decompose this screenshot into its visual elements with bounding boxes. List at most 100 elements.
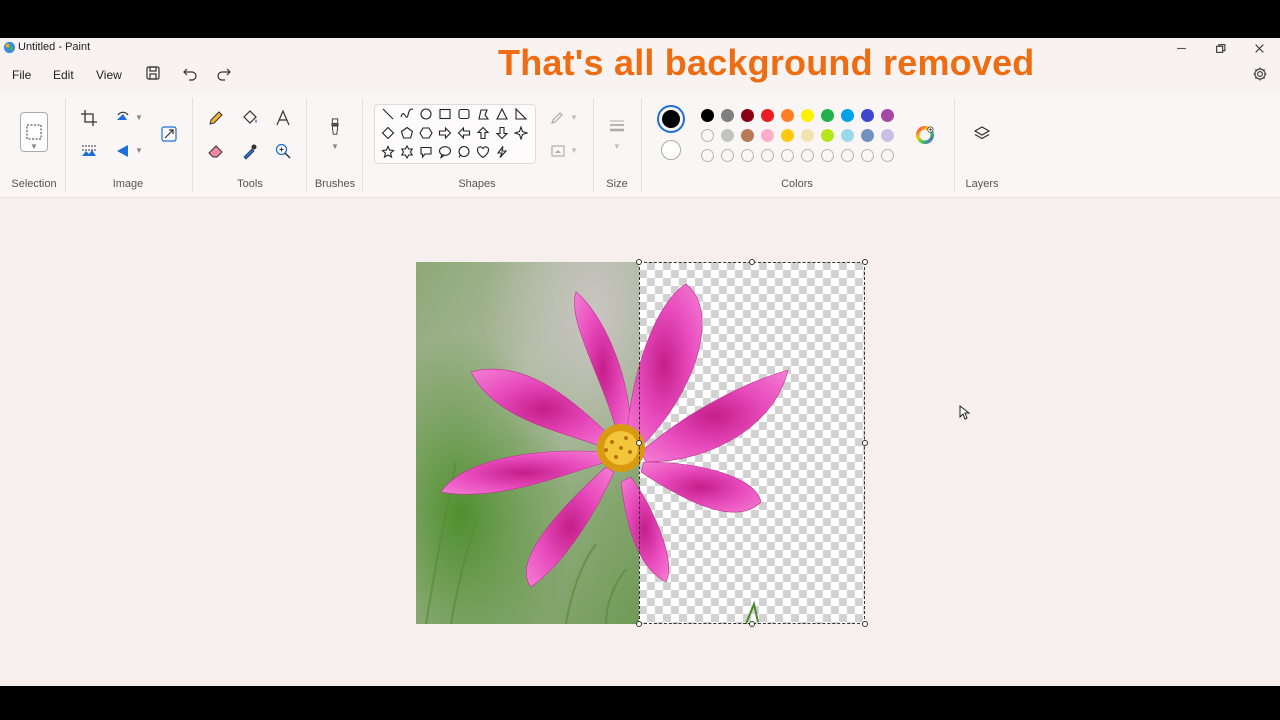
settings-gear-icon[interactable]: [1252, 66, 1268, 82]
palette-color-swatch[interactable]: [701, 109, 714, 122]
shape-diamond-button[interactable]: [381, 126, 397, 142]
shape-curve-button[interactable]: [400, 107, 416, 123]
oval-icon: [420, 108, 432, 120]
palette-color-swatch[interactable]: [841, 109, 854, 122]
shape-line-button[interactable]: [381, 107, 397, 123]
shape-fill-button[interactable]: [547, 140, 569, 162]
custom-color-slot[interactable]: [821, 149, 834, 162]
restore-button[interactable]: [1200, 38, 1240, 58]
close-button[interactable]: [1239, 38, 1279, 58]
fill-dropdown-icon[interactable]: ▼: [570, 146, 578, 155]
palette-color-swatch[interactable]: [721, 129, 734, 142]
shape-triangle-button[interactable]: [495, 107, 511, 123]
left-arrow-icon: [457, 126, 471, 140]
crop-button[interactable]: [78, 107, 100, 129]
palette-color-swatch[interactable]: [781, 129, 794, 142]
shape-five-point-star-button[interactable]: [381, 145, 397, 161]
color-picker-button[interactable]: [239, 140, 261, 162]
palette-color-swatch[interactable]: [761, 109, 774, 122]
rotate-dropdown-icon[interactable]: ▼: [135, 113, 143, 122]
palette-color-swatch[interactable]: [801, 109, 814, 122]
shape-pentagon-button[interactable]: [400, 126, 416, 142]
shape-polygon-button[interactable]: [476, 107, 492, 123]
palette-color-swatch[interactable]: [701, 129, 714, 142]
shape-hexagon-button[interactable]: [419, 126, 435, 142]
palette-color-swatch[interactable]: [781, 109, 794, 122]
shape-heart-button[interactable]: [476, 145, 492, 161]
minimize-button[interactable]: [1161, 38, 1201, 58]
size-dropdown-icon[interactable]: ▼: [613, 142, 621, 151]
pencil-button[interactable]: [205, 107, 227, 129]
menu-view[interactable]: View: [96, 68, 122, 82]
shape-four-point-star-button[interactable]: [513, 125, 530, 142]
redo-button[interactable]: [216, 65, 234, 83]
custom-color-slot[interactable]: [741, 149, 754, 162]
save-button[interactable]: [145, 65, 163, 83]
custom-color-slot[interactable]: [721, 149, 734, 162]
palette-color-swatch[interactable]: [721, 109, 734, 122]
custom-color-slot[interactable]: [701, 149, 714, 162]
brushes-dropdown-icon[interactable]: ▼: [331, 142, 339, 151]
shape-rectangle-button[interactable]: [438, 107, 454, 123]
resize-handle[interactable]: [862, 440, 868, 446]
shape-cloud-callout-button[interactable]: [457, 145, 473, 161]
resize-handle[interactable]: [862, 259, 868, 265]
remove-background-button[interactable]: [78, 140, 100, 162]
layers-button[interactable]: [971, 123, 993, 145]
flip-button[interactable]: [112, 140, 134, 162]
custom-color-slot[interactable]: [801, 149, 814, 162]
resize-handle[interactable]: [636, 440, 642, 446]
shape-oval-callout-button[interactable]: [438, 145, 454, 161]
shape-right-arrow-button[interactable]: [438, 126, 454, 142]
resize-handle[interactable]: [749, 621, 755, 627]
flip-dropdown-icon[interactable]: ▼: [135, 146, 143, 155]
palette-color-swatch[interactable]: [761, 129, 774, 142]
palette-color-swatch[interactable]: [861, 129, 874, 142]
outline-dropdown-icon[interactable]: ▼: [570, 113, 578, 122]
shape-rounded-rectangle-button[interactable]: [457, 107, 473, 123]
custom-color-slot[interactable]: [861, 149, 874, 162]
palette-color-swatch[interactable]: [861, 109, 874, 122]
size-button[interactable]: [605, 114, 629, 138]
fill-button[interactable]: [239, 107, 261, 129]
shape-down-arrow-button[interactable]: [495, 126, 511, 142]
custom-color-slot[interactable]: [761, 149, 774, 162]
undo-button[interactable]: [182, 65, 200, 83]
rotate-button[interactable]: [112, 107, 134, 129]
shape-left-arrow-button[interactable]: [457, 126, 473, 142]
resize-handle[interactable]: [636, 621, 642, 627]
text-button[interactable]: [272, 107, 294, 129]
palette-color-swatch[interactable]: [741, 129, 754, 142]
palette-color-swatch[interactable]: [801, 129, 814, 142]
selection-dropdown-icon[interactable]: ▼: [30, 142, 38, 151]
menu-edit[interactable]: Edit: [53, 68, 74, 82]
palette-color-swatch[interactable]: [741, 109, 754, 122]
resize-handle[interactable]: [636, 259, 642, 265]
palette-color-swatch[interactable]: [821, 109, 834, 122]
primary-color-selector[interactable]: [657, 105, 685, 133]
eraser-button[interactable]: [205, 140, 227, 162]
resize-button[interactable]: [157, 122, 181, 146]
magnifier-button[interactable]: [272, 140, 294, 162]
shape-rounded-callout-button[interactable]: [419, 145, 435, 161]
shape-oval-button[interactable]: [419, 107, 435, 123]
menu-file[interactable]: File: [12, 68, 31, 82]
edit-colors-button[interactable]: [913, 123, 937, 147]
shape-outline-button[interactable]: [547, 107, 569, 129]
custom-color-slot[interactable]: [841, 149, 854, 162]
palette-color-swatch[interactable]: [881, 109, 894, 122]
secondary-color-button[interactable]: [661, 140, 681, 160]
shape-six-point-star-button[interactable]: [400, 144, 416, 161]
resize-handle[interactable]: [749, 259, 755, 265]
shape-up-arrow-button[interactable]: [476, 126, 492, 142]
selection-rectangle[interactable]: [639, 262, 865, 624]
shape-right-triangle-button[interactable]: [514, 107, 530, 123]
palette-color-swatch[interactable]: [841, 129, 854, 142]
custom-color-slot[interactable]: [781, 149, 794, 162]
resize-handle[interactable]: [862, 621, 868, 627]
shape-lightning-button[interactable]: [495, 145, 511, 161]
brushes-button[interactable]: [323, 114, 347, 140]
palette-color-swatch[interactable]: [881, 129, 894, 142]
palette-color-swatch[interactable]: [821, 129, 834, 142]
custom-color-slot[interactable]: [881, 149, 894, 162]
